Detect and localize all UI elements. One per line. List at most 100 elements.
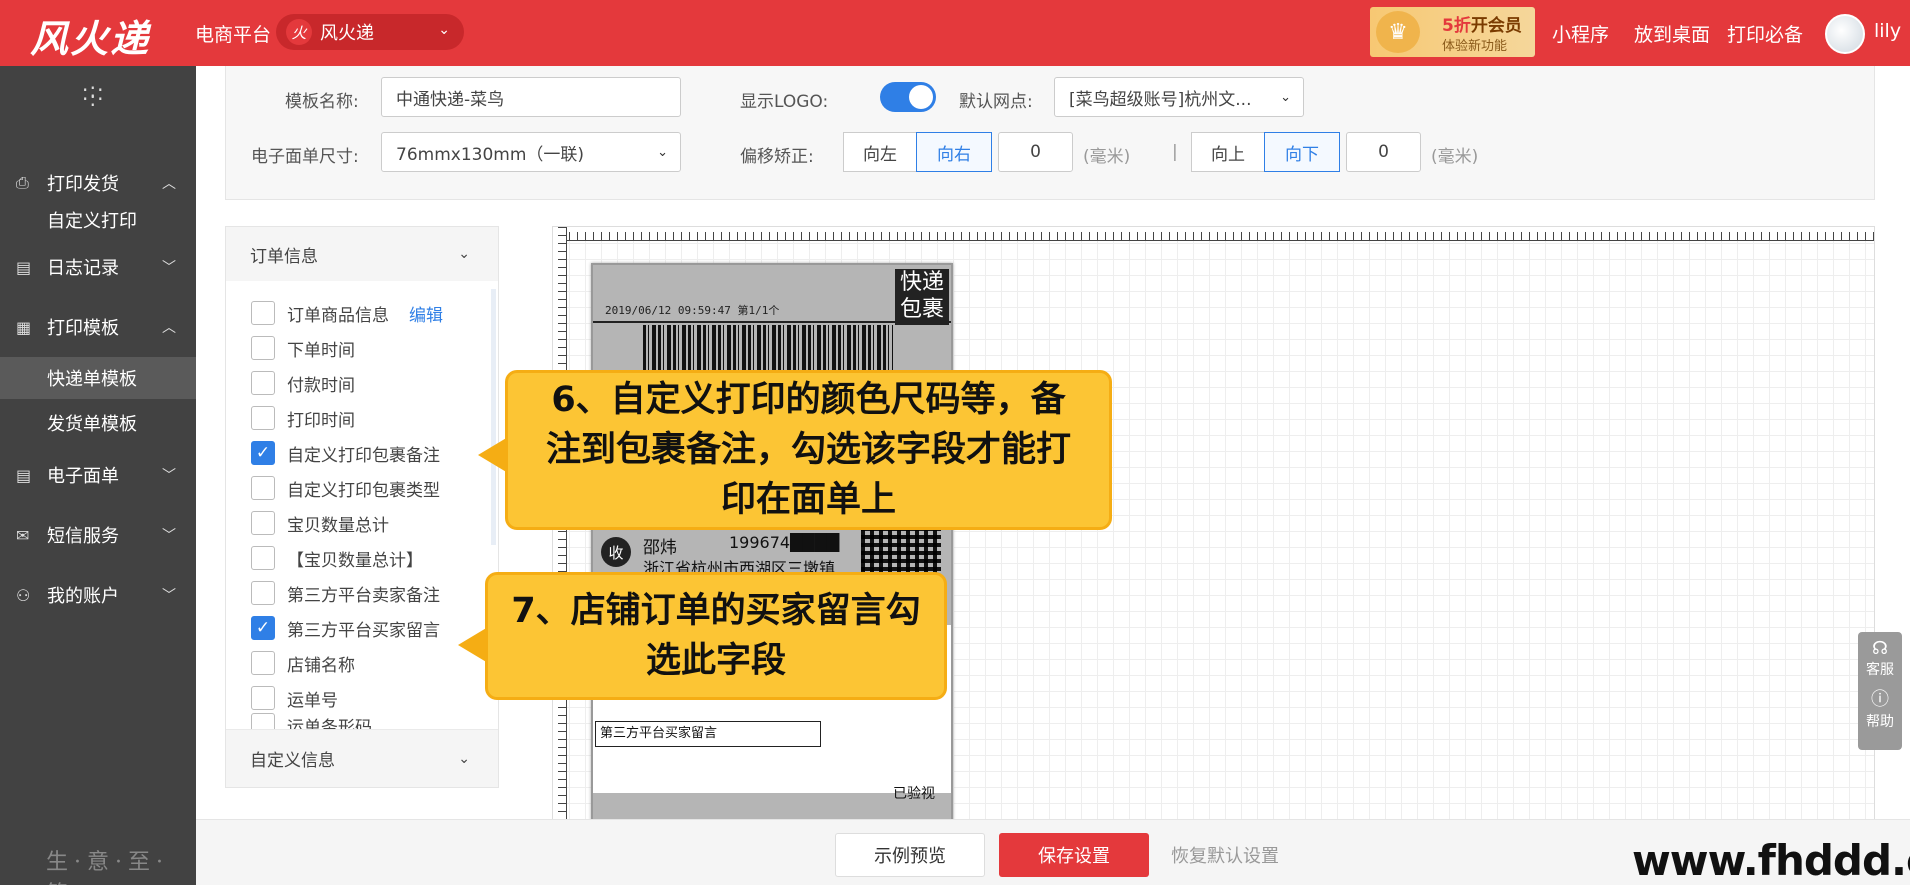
chevron-up-icon: ︿ bbox=[162, 176, 176, 192]
size-value: 76mmx130mm（一联) bbox=[396, 144, 585, 165]
sidebar-item-label: 我的账户 bbox=[47, 586, 119, 607]
offset-x-input[interactable]: 0 bbox=[998, 132, 1073, 172]
vip-subtitle: 体验新功能 bbox=[1442, 39, 1508, 54]
field-scrollbar[interactable] bbox=[491, 289, 496, 545]
sidebar-item-templates[interactable]: ▦ 打印模板 ︿ bbox=[0, 304, 196, 350]
callout-step-7: 7、店铺订单的买家留言勾选此字段 bbox=[458, 572, 947, 700]
edit-link[interactable]: 编辑 bbox=[409, 301, 443, 326]
sidebar-item-sms[interactable]: ✉ 短信服务 ﹀ bbox=[0, 512, 196, 558]
field-buyer-message[interactable]: ✓ 第三方平台买家留言 bbox=[251, 614, 440, 642]
chevron-down-icon: ⌄ bbox=[1280, 89, 1291, 105]
sidebar-item-ewaybill[interactable]: ▤ 电子面单 ﹀ bbox=[0, 452, 196, 498]
show-logo-toggle[interactable] bbox=[880, 82, 936, 112]
sidebar-item-express-template[interactable]: 快递单模板 bbox=[0, 357, 196, 399]
checkbox[interactable] bbox=[251, 581, 275, 605]
chevron-down-icon: ﹀ bbox=[162, 528, 176, 544]
field-order-goods[interactable]: 订单商品信息 编辑 bbox=[251, 299, 443, 327]
checkbox[interactable] bbox=[251, 651, 275, 675]
offset-up-button[interactable]: 向上 bbox=[1191, 132, 1265, 172]
field-item-count-bracket[interactable]: 【宝贝数量总计】 bbox=[251, 544, 423, 572]
app-logo[interactable]: 风火递 bbox=[30, 8, 150, 63]
sidebar-item-logs[interactable]: ▤ 日志记录 ﹀ bbox=[0, 244, 196, 290]
field-label: 运单号 bbox=[287, 690, 338, 711]
sidebar-item-custom-print[interactable]: 自定义打印 bbox=[0, 199, 196, 241]
design-canvas[interactable]: 2019/06/12 09:59:47 第1/1个 快递包裹 收 邵炜 1996… bbox=[552, 226, 1875, 885]
floating-service-panel: ☊ 客服 ⓘ 帮助 bbox=[1858, 632, 1902, 750]
offset-down-button[interactable]: 向下 bbox=[1264, 132, 1340, 172]
size-label: 电子面单尺寸: bbox=[251, 147, 359, 167]
field-package-note[interactable]: ✓ 自定义打印包裹备注 bbox=[251, 439, 440, 467]
field-label: 打印时间 bbox=[287, 410, 355, 431]
platform-label: 电商平台 bbox=[195, 24, 272, 46]
headset-icon: ☊ bbox=[1872, 638, 1888, 659]
checkbox-checked[interactable]: ✓ bbox=[251, 441, 275, 465]
fire-icon: 火 bbox=[286, 19, 312, 45]
checkbox[interactable] bbox=[251, 476, 275, 500]
reset-default-button[interactable]: 恢复默认设置 bbox=[1165, 833, 1285, 877]
separator: | bbox=[1172, 142, 1178, 162]
print-essentials-link[interactable]: 打印必备 bbox=[1727, 20, 1803, 47]
apps-grid-icon[interactable]: ·:· ·:· bbox=[82, 80, 110, 114]
field-label: 店铺名称 bbox=[287, 655, 355, 676]
field-seller-note[interactable]: 第三方平台卖家备注 bbox=[251, 579, 440, 607]
avatar[interactable] bbox=[1825, 14, 1865, 54]
default-outlet-value: [菜鸟超级账号]杭州文... bbox=[1069, 89, 1252, 110]
checkbox[interactable] bbox=[251, 301, 275, 325]
field-shop-name[interactable]: 店铺名称 bbox=[251, 649, 355, 677]
field-label: 订单商品信息 bbox=[287, 305, 389, 326]
default-outlet-select[interactable]: [菜鸟超级账号]杭州文... ⌄ bbox=[1054, 77, 1304, 117]
receiver-phone: 199674████ bbox=[729, 533, 840, 552]
checkbox[interactable] bbox=[251, 686, 275, 710]
ruler-horizontal bbox=[553, 227, 1874, 241]
sidebar-item-account[interactable]: ⚇ 我的账户 ﹀ bbox=[0, 572, 196, 618]
desktop-link[interactable]: 放到桌面 bbox=[1634, 20, 1710, 47]
field-package-type[interactable]: 自定义打印包裹类型 bbox=[251, 474, 440, 502]
offset-y-input[interactable]: 0 bbox=[1346, 132, 1421, 172]
chevron-down-icon: ﹀ bbox=[162, 260, 176, 276]
checkbox[interactable] bbox=[251, 546, 275, 570]
default-outlet-label: 默认网点: bbox=[959, 92, 1033, 112]
field-print-time[interactable]: 打印时间 bbox=[251, 404, 355, 432]
field-pay-time[interactable]: 付款时间 bbox=[251, 369, 355, 397]
user-icon: ⚇ bbox=[16, 585, 31, 605]
waybill-icon: ▤ bbox=[16, 465, 32, 485]
buyer-message-field[interactable]: 第三方平台买家留言 bbox=[595, 721, 821, 747]
field-label: 付款时间 bbox=[287, 375, 355, 396]
checkbox[interactable] bbox=[251, 713, 275, 729]
preview-button[interactable]: 示例预览 bbox=[835, 833, 985, 877]
field-panel: 订单信息 ⌄ 订单商品信息 编辑 下单时间 付款时间 打印时间 ✓ 自定义打印包裹备… bbox=[225, 226, 499, 788]
mini-program-link[interactable]: 小程序 bbox=[1552, 20, 1609, 47]
username[interactable]: lily bbox=[1874, 20, 1901, 42]
help-label: 帮助 bbox=[1866, 714, 1894, 730]
field-label: 第三方平台卖家备注 bbox=[287, 585, 440, 606]
label-divider bbox=[593, 321, 951, 323]
help-button[interactable]: ⓘ 帮助 bbox=[1858, 685, 1902, 731]
checkbox[interactable] bbox=[251, 511, 275, 535]
sidebar-item-delivery-template[interactable]: 发货单模板 bbox=[0, 402, 196, 444]
custom-info-header[interactable]: 自定义信息 ⌄ bbox=[226, 729, 498, 787]
order-info-header[interactable]: 订单信息 ⌄ bbox=[226, 227, 498, 281]
chevron-down-icon: ⌄ bbox=[438, 22, 450, 38]
offset-left-button[interactable]: 向左 bbox=[843, 132, 917, 172]
vip-banner[interactable]: ♛ 5折开会员 体验新功能 bbox=[1370, 7, 1535, 57]
service-button[interactable]: ☊ 客服 bbox=[1858, 638, 1902, 679]
offset-right-button[interactable]: 向右 bbox=[916, 132, 992, 172]
field-item-count[interactable]: 宝贝数量总计 bbox=[251, 509, 389, 537]
checkbox[interactable] bbox=[251, 371, 275, 395]
save-button[interactable]: 保存设置 bbox=[999, 833, 1149, 877]
field-order-time[interactable]: 下单时间 bbox=[251, 334, 355, 362]
vip-title: 开会员 bbox=[1470, 16, 1522, 36]
field-label: 运单条形码 bbox=[287, 718, 372, 729]
chevron-down-icon: ⌄ bbox=[458, 246, 470, 262]
callout-step-6: 6、自定义打印的颜色尺码等，备注到包裹备注，勾选该字段才能打印在面单上 bbox=[478, 370, 1112, 530]
field-waybill-no[interactable]: 运单号 bbox=[251, 684, 338, 712]
field-waybill-barcode[interactable]: 运单条形码 bbox=[251, 713, 372, 729]
template-name-input[interactable]: 中通快递-菜鸟 bbox=[381, 77, 681, 117]
checkbox[interactable] bbox=[251, 336, 275, 360]
checkbox-checked[interactable]: ✓ bbox=[251, 616, 275, 640]
template-settings: 模板名称: 中通快递-菜鸟 显示LOGO: 默认网点: [菜鸟超级账号]杭州文.… bbox=[225, 66, 1875, 200]
size-select[interactable]: 76mmx130mm（一联) ⌄ bbox=[381, 132, 681, 172]
platform-select[interactable]: 火 风火递 ⌄ bbox=[276, 14, 464, 50]
field-label: 自定义打印包裹备注 bbox=[287, 445, 440, 466]
checkbox[interactable] bbox=[251, 406, 275, 430]
